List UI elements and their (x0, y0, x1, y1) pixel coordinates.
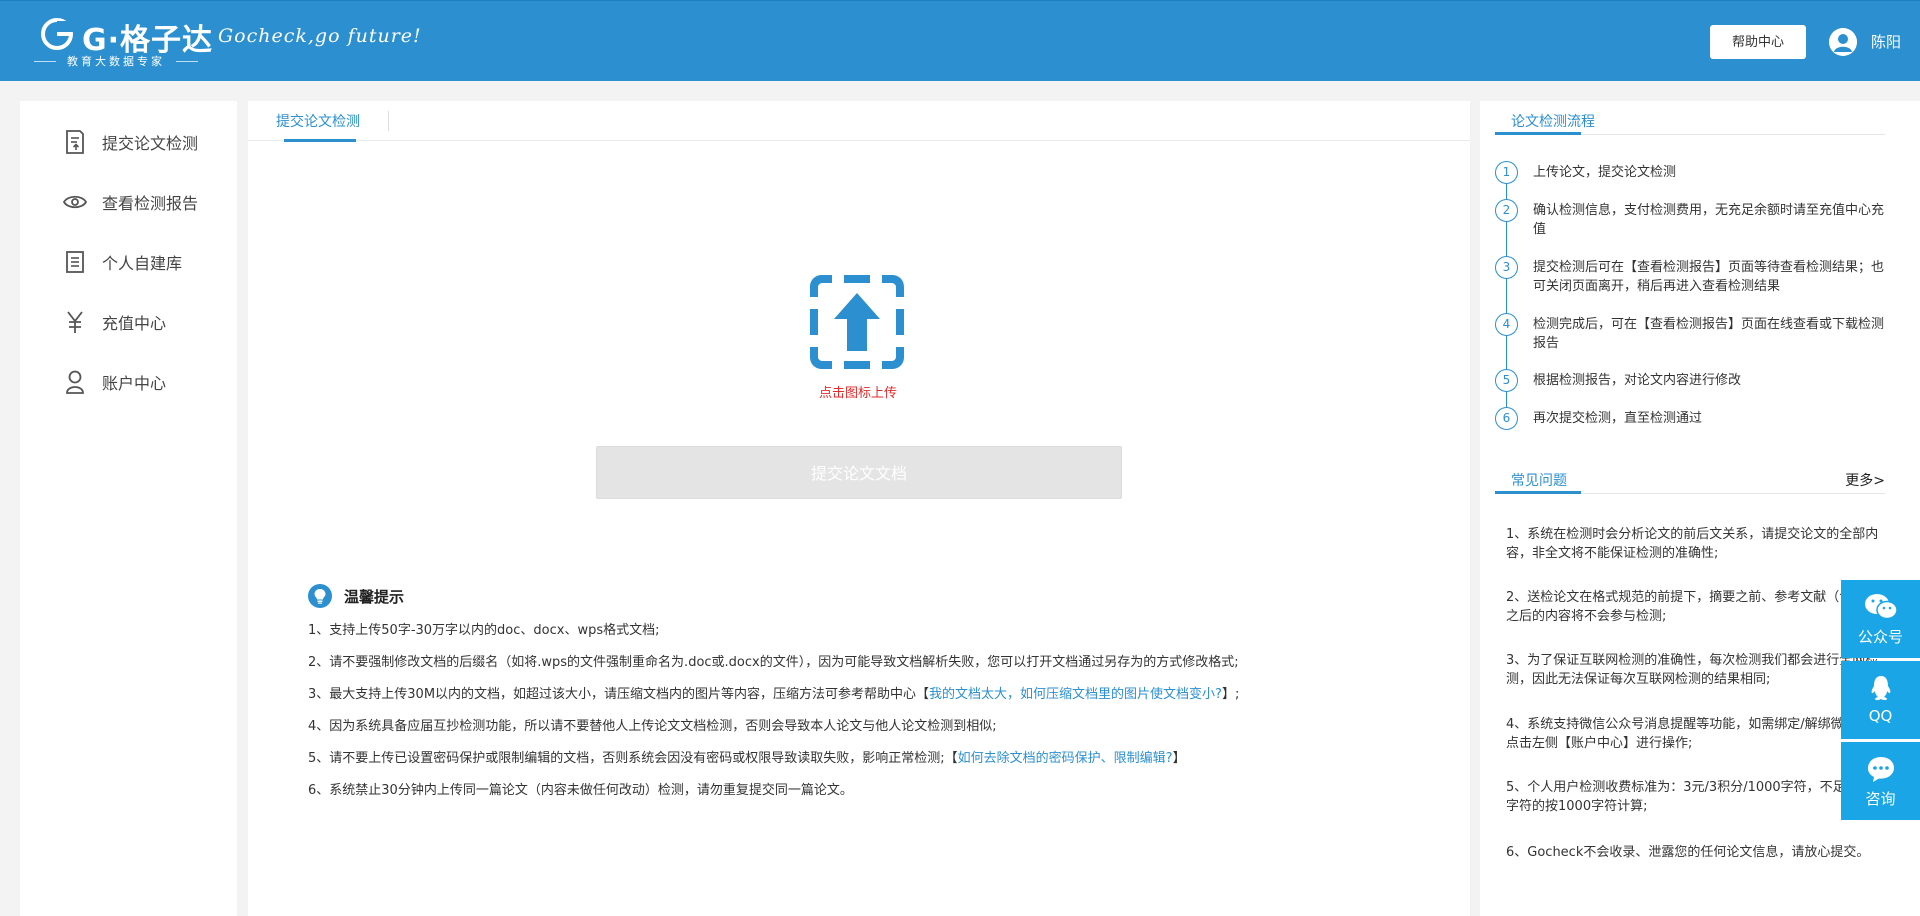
slogan: Gocheck,go future! (218, 25, 422, 47)
logo-mark-icon (41, 18, 73, 50)
step-number: 4 (1495, 313, 1518, 336)
wechat-label: 公众号 (1857, 628, 1903, 646)
step-number: 1 (1495, 161, 1518, 184)
faq-header: 常见问题 更多> (1495, 464, 1885, 494)
qq-label: QQ (1868, 707, 1893, 725)
step-text: 再次提交检测，直至检测通过 (1533, 411, 1703, 426)
logo-divider-left (34, 61, 56, 62)
tip-text: 5、请不要上传已设置密码保护或限制编辑的文档，否则系统会因没有密码或权限导致读取… (308, 751, 958, 766)
lightbulb-icon (308, 584, 332, 608)
step-number: 2 (1495, 199, 1518, 222)
remove-password-help-link[interactable]: 如何去除文档的密码保护、限制编辑? (958, 751, 1173, 766)
faq-title: 常见问题 (1511, 473, 1567, 489)
wechat-official-button[interactable]: 公众号 (1841, 580, 1920, 658)
faq-item: 6、Gocheck不会收录、泄露您的任何论文信息，请放心提交。 (1506, 845, 1870, 860)
process-header: 论文检测流程 (1495, 105, 1885, 135)
compress-doc-help-link[interactable]: 我的文档太大，如何压缩文档里的图片使文档变小? (929, 687, 1222, 702)
document-upload-icon (62, 129, 88, 155)
faq-item: 3、为了保证互联网检测的准确性，每次检测我们都会进行全网检测，因此无法保证每次互… (1506, 653, 1879, 687)
sidebar-item-recharge[interactable]: 充值中心 (62, 307, 166, 337)
sidebar-item-account[interactable]: 账户中心 (62, 367, 166, 397)
faq-item: 5、个人用户检测收费标准为：3元/3积分/1000字符，不足1000字符的按10… (1506, 780, 1879, 814)
tab-submit-paper[interactable]: 提交论文检测 (276, 111, 360, 131)
tip-text: 2、请不要强制修改文档的后缀名（如将.wps的文件强制重命名为.doc或.doc… (308, 655, 1239, 670)
yen-icon (62, 309, 88, 335)
eye-icon (62, 189, 88, 215)
help-center-button[interactable]: 帮助中心 (1710, 25, 1806, 59)
sidebar-item-label: 提交论文检测 (102, 134, 199, 153)
faq-more-link[interactable]: 更多> (1845, 470, 1885, 490)
sidebar: 提交论文检测 查看检测报告 个人自建库 充值中心 账户中心 (20, 101, 237, 916)
tab-bar: 提交论文检测 (248, 101, 1470, 142)
faq-item: 2、送检论文在格式规范的前提下，摘要之前、参考文献（含）及之后的内容将不会参与检… (1506, 590, 1879, 624)
logo-divider-right (176, 61, 198, 62)
tip-item: 5、请不要上传已设置密码保护或限制编辑的文档，否则系统会因没有密码或权限导致读取… (308, 747, 1186, 766)
file-list-icon (62, 249, 88, 275)
process-title-underline (1495, 132, 1581, 135)
sidebar-item-submit-paper[interactable]: 提交论文检测 (62, 127, 198, 157)
tab-divider (388, 111, 389, 131)
chat-bubble-icon (1864, 754, 1898, 784)
sidebar-item-personal-library[interactable]: 个人自建库 (62, 247, 182, 277)
tip-item: 1、支持上传50字-30万字以内的doc、docx、wps格式文档; (308, 619, 659, 638)
step-text: 根据检测报告，对论文内容进行修改 (1533, 373, 1742, 388)
tip-text-tail: 】; (1221, 687, 1240, 702)
step-text: 上传论文，提交论文检测 (1533, 165, 1677, 180)
sidebar-item-label: 充值中心 (102, 314, 167, 333)
top-header: G·格子达 教育大数据专家 Gocheck,go future! 帮助中心 陈阳 (0, 0, 1920, 81)
consult-button[interactable]: 咨询 (1841, 742, 1920, 820)
username[interactable]: 陈阳 (1871, 31, 1901, 52)
tip-text: 3、最大支持上传30M以内的文档，如超过该大小，请压缩文档内的图片等内容，压缩方… (308, 687, 930, 702)
tip-text: 6、系统禁止30分钟内上传同一篇论文（内容未做任何改动）检测，请勿重复提交同一篇… (308, 783, 853, 798)
sidebar-item-label: 账户中心 (102, 374, 167, 393)
qq-button[interactable]: QQ (1841, 661, 1920, 739)
user-icon (62, 369, 88, 395)
tip-item: 4、因为系统具备应届互抄检测功能，所以请不要替他人上传论文文档检测，否则会导致本… (308, 715, 997, 734)
main-panel: 提交论文检测 点击图标上传 提交论文文档 温馨提示 1、支持上传50字-30万字… (248, 101, 1470, 916)
qq-icon (1864, 673, 1898, 703)
faq-item: 4、系统支持微信公众号消息提醒等功能，如需绑定/解绑微信，请点击左侧【账户中心】… (1506, 717, 1883, 751)
step-number: 3 (1495, 256, 1518, 279)
user-avatar-icon[interactable] (1829, 28, 1857, 56)
process-title: 论文检测流程 (1511, 114, 1595, 130)
faq-item: 1、系统在检测时会分析论文的前后文关系，请提交论文的全部内容，非全文将不能保证检… (1506, 527, 1879, 561)
tip-item: 6、系统禁止30分钟内上传同一篇论文（内容未做任何改动）检测，请勿重复提交同一篇… (308, 779, 853, 798)
step-text: 确认检测信息，支付检测费用，无充足余额时请至充值中心充值 (1533, 203, 1885, 237)
sidebar-item-view-report[interactable]: 查看检测报告 (62, 187, 198, 217)
tips-title: 温馨提示 (344, 587, 405, 606)
sidebar-item-label: 查看检测报告 (102, 194, 199, 213)
submit-paper-button[interactable]: 提交论文文档 (596, 446, 1122, 499)
tip-text: 4、因为系统具备应届互抄检测功能，所以请不要替他人上传论文文档检测，否则会导致本… (308, 719, 997, 734)
logo[interactable]: G·格子达 教育大数据专家 (34, 15, 216, 71)
tip-item: 3、最大支持上传30M以内的文档，如超过该大小，请压缩文档内的图片等内容，压缩方… (308, 683, 1239, 702)
step-number: 5 (1495, 369, 1518, 392)
tip-item: 2、请不要强制修改文档的后缀名（如将.wps的文件强制重命名为.doc或.doc… (308, 651, 1239, 670)
step-text: 检测完成后，可在【查看检测报告】页面在线查看或下载检测报告 (1533, 317, 1885, 351)
consult-label: 咨询 (1865, 790, 1896, 808)
tab-active-indicator (284, 139, 356, 142)
sidebar-item-label: 个人自建库 (102, 254, 183, 273)
faq-title-underline (1495, 491, 1581, 494)
tip-text-tail: 】 (1172, 751, 1186, 766)
step-text: 提交检测后可在【查看检测报告】页面等待查看检测结果；也可关闭页面离开，稍后再进入… (1533, 260, 1885, 294)
upload-hint[interactable]: 点击图标上传 (783, 382, 933, 401)
tips-header: 温馨提示 (308, 584, 404, 608)
wechat-icon (1864, 592, 1898, 622)
logo-sub-text: 教育大数据专家 (67, 55, 165, 68)
upload-icon[interactable] (808, 273, 906, 371)
step-number: 6 (1495, 407, 1518, 430)
tip-text: 1、支持上传50字-30万字以内的doc、docx、wps格式文档; (308, 623, 660, 638)
